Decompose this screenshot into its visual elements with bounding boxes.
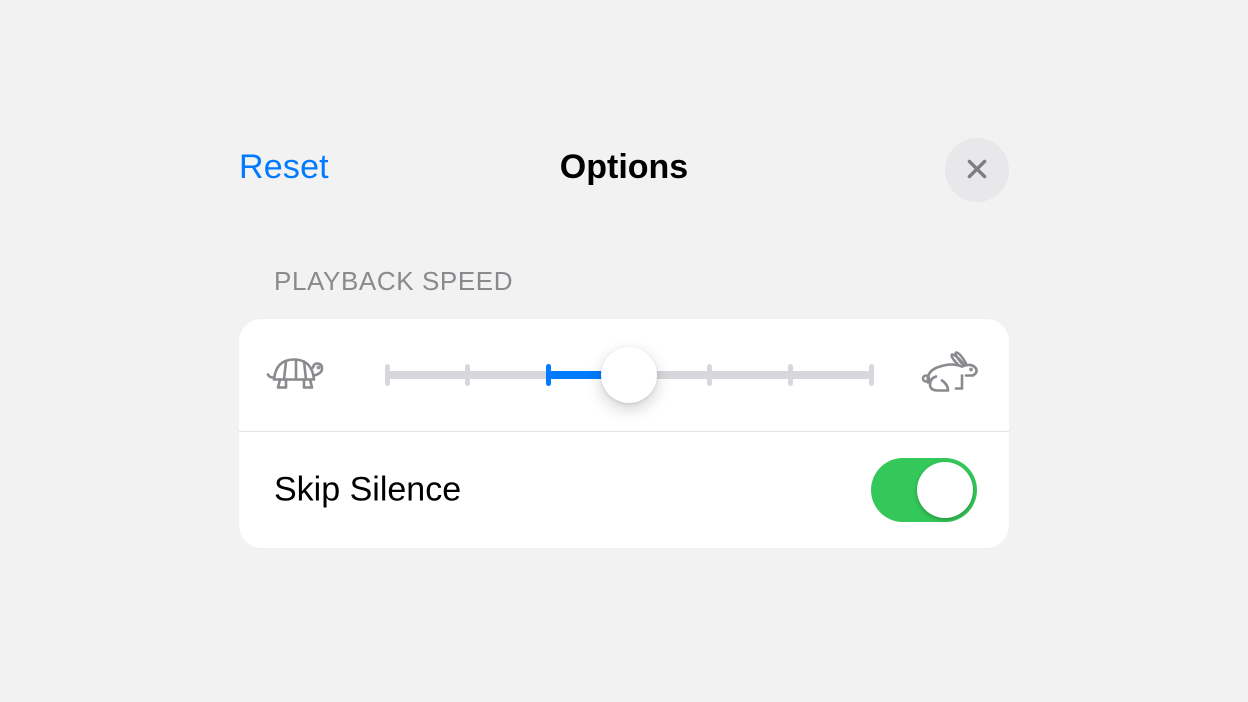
slider-tick [385, 364, 390, 386]
toggle-knob [917, 462, 973, 518]
hare-icon [918, 349, 984, 402]
slider-tick [707, 364, 712, 386]
options-header: Reset Options [239, 130, 1009, 210]
slider-knob[interactable] [601, 347, 657, 403]
tortoise-icon [264, 350, 326, 401]
skip-silence-row: Skip Silence [239, 432, 1009, 548]
skip-silence-label: Skip Silence [274, 471, 461, 510]
playback-speed-slider[interactable] [387, 347, 871, 403]
playback-speed-row [239, 319, 1009, 432]
slider-tick [546, 364, 551, 386]
close-button[interactable] [945, 138, 1009, 202]
slider-tick [788, 364, 793, 386]
close-icon [964, 156, 990, 185]
options-sheet: Reset Options PLAYBACK SPEED [239, 130, 1009, 548]
skip-silence-toggle[interactable] [871, 458, 977, 522]
slider-tick [869, 364, 874, 386]
options-title: Options [239, 148, 1009, 187]
playback-speed-label: PLAYBACK SPEED [274, 266, 1009, 297]
options-card: Skip Silence [239, 319, 1009, 548]
slider-tick [465, 364, 470, 386]
